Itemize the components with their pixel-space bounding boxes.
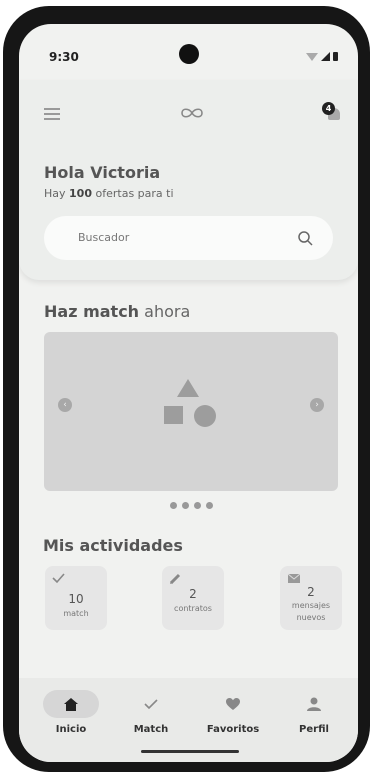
system-icons [306, 52, 338, 61]
nav-label: Perfil [299, 724, 329, 735]
check-icon [144, 699, 158, 710]
search-icon[interactable] [297, 230, 313, 246]
pagination-dot[interactable] [194, 502, 201, 509]
pencil-icon [169, 573, 181, 584]
nav-item-match[interactable]: Match [116, 690, 186, 735]
pagination-dot[interactable] [182, 502, 189, 509]
activities-section-title: Mis actividades [43, 536, 183, 555]
hamburger-menu-icon[interactable] [44, 108, 60, 120]
activity-card-mensajes[interactable]: 2 mensajes nuevos [280, 566, 342, 630]
nav-item-perfil[interactable]: Perfil [279, 690, 349, 735]
activity-count: 2 [189, 587, 197, 601]
activity-count: 2 [307, 585, 315, 599]
greeting-title: Hola Victoria [44, 163, 161, 182]
pagination-dot[interactable] [170, 502, 177, 509]
home-indicator[interactable] [141, 750, 239, 753]
activity-card-match[interactable]: 10 match [45, 566, 107, 630]
pagination-dot[interactable] [206, 502, 213, 509]
wifi-icon [306, 53, 318, 61]
image-placeholder-icon [164, 379, 216, 427]
activity-label: match [63, 609, 89, 618]
heart-icon [226, 697, 240, 710]
status-bar: 9:30 [19, 24, 358, 80]
nav-label: Match [133, 724, 169, 735]
home-icon [64, 697, 78, 711]
nav-label: Inicio [55, 724, 87, 735]
search-input[interactable]: Buscador [44, 216, 333, 260]
match-carousel[interactable]: ‹ › [44, 332, 338, 491]
app-screen: 9:30 4 Hola Victoria Hay 100 ofertas par… [19, 24, 358, 762]
notification-bell-icon[interactable]: 4 [322, 102, 344, 124]
carousel-next-arrow-icon[interactable]: › [310, 398, 324, 412]
check-icon [52, 573, 65, 584]
notification-badge: 4 [322, 102, 335, 115]
signal-icon [321, 52, 330, 61]
phone-frame: 9:30 4 Hola Victoria Hay 100 ofertas par… [3, 6, 370, 772]
header-card: 4 Hola Victoria Hay 100 ofertas para ti … [19, 80, 358, 280]
offers-count: 100 [69, 187, 92, 200]
search-placeholder: Buscador [78, 231, 130, 244]
offers-subline: Hay 100 ofertas para ti [44, 187, 174, 200]
match-section-title: Haz match ahora [44, 302, 191, 321]
activity-label: mensajes nuevos [291, 601, 331, 622]
nav-label: Favoritos [206, 724, 260, 735]
carousel-prev-arrow-icon[interactable]: ‹ [58, 398, 72, 412]
activity-card-contratos[interactable]: 2 contratos [162, 566, 224, 630]
activity-count: 10 [68, 592, 84, 606]
mail-icon [287, 573, 300, 583]
infinity-logo-icon [181, 108, 203, 118]
front-camera [179, 44, 199, 64]
carousel-pagination [170, 502, 213, 509]
nav-item-favoritos[interactable]: Favoritos [198, 690, 268, 735]
battery-icon [333, 52, 338, 61]
person-icon [307, 697, 321, 711]
activity-label: contratos [174, 604, 212, 613]
nav-item-inicio[interactable]: Inicio [36, 690, 106, 735]
status-time: 9:30 [49, 50, 79, 64]
